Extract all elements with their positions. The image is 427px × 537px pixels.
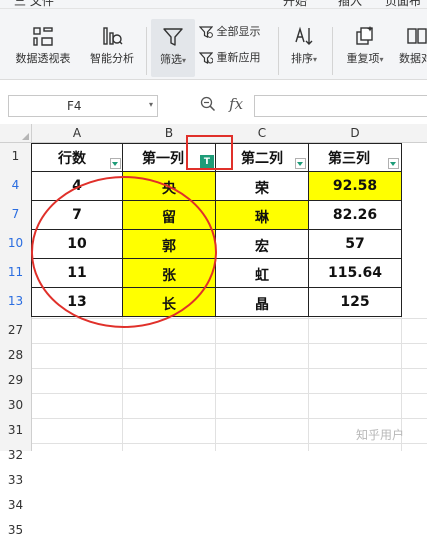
watermark: 知乎用户 (356, 428, 405, 442)
row-header[interactable]: 33 (0, 473, 31, 487)
annotation-overlay (31, 135, 233, 328)
row-header[interactable]: 34 (0, 498, 31, 512)
row-header[interactable]: 35 (0, 523, 31, 537)
annotation-rectangle (186, 135, 233, 170)
annotation-ellipse (31, 176, 217, 328)
